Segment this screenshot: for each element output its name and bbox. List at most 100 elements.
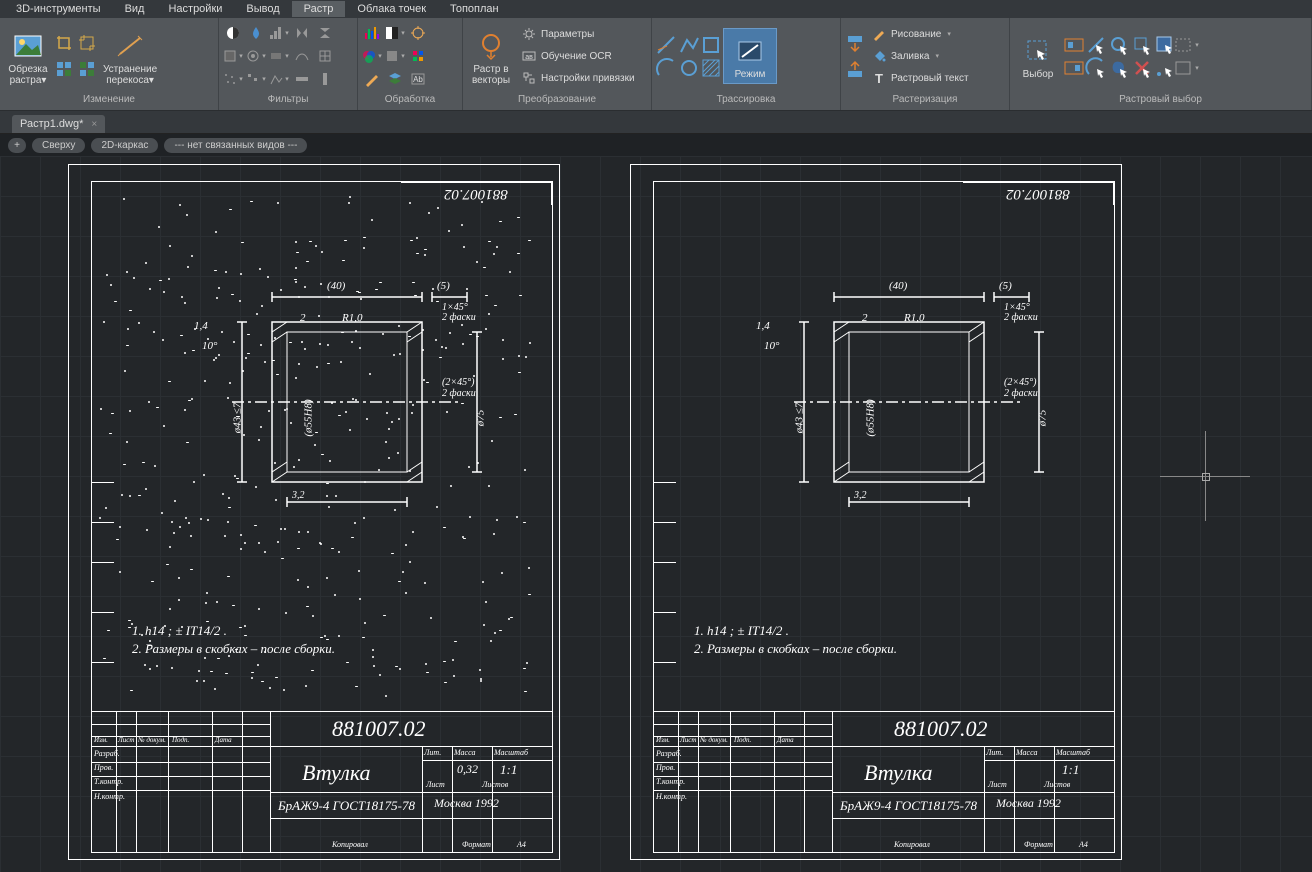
selmode2-icon[interactable]: [1177, 58, 1197, 78]
menu-3d[interactable]: 3D-инструменты: [4, 1, 113, 17]
svg-text:T: T: [875, 71, 883, 86]
trace-mode-button[interactable]: Режим: [723, 28, 777, 84]
flip-h-icon[interactable]: [292, 23, 312, 43]
raster-to-vector-button[interactable]: Растр в векторы: [467, 25, 515, 88]
fx4-icon[interactable]: [315, 69, 335, 89]
pick-rect2-icon[interactable]: [1155, 35, 1175, 55]
pick-arc-icon[interactable]: [1086, 58, 1106, 78]
pick-line-icon[interactable]: [1086, 35, 1106, 55]
title-block: 881007.02 Втулка БрАЖ9-4 ГОСТ18175-78 Мо…: [92, 711, 552, 852]
file-tab-name: Растр1.dwg*: [20, 118, 83, 130]
noise1-icon[interactable]: [223, 69, 243, 89]
group-processing: Ab Обработка: [358, 18, 463, 110]
menu-topoplan[interactable]: Топоплан: [438, 1, 511, 17]
trace-rect-icon[interactable]: [701, 35, 721, 55]
pick-rect-icon[interactable]: [1132, 35, 1152, 55]
group-rasterize: Рисование Заливка TРастровый текст Расте…: [841, 18, 1010, 110]
group-convert: Растр в векторы Параметры авОбучение OCR…: [463, 18, 652, 110]
fx3-icon[interactable]: [292, 69, 312, 89]
flip-v-icon[interactable]: [315, 23, 335, 43]
ribbon: Обрезка растра▾ Устранение перекоса▾ Изм…: [0, 18, 1312, 111]
select-label: Выбор: [1023, 69, 1054, 80]
menu-raster[interactable]: Растр: [292, 1, 346, 17]
merge-up-icon[interactable]: [845, 58, 865, 78]
group-edit-label: Изменение: [4, 92, 214, 110]
noise2-icon[interactable]: [246, 69, 266, 89]
deskew-button[interactable]: Устранение перекоса▾: [99, 25, 161, 88]
filter2-icon[interactable]: [246, 46, 266, 66]
pencil-icon: [871, 26, 887, 42]
chip-top[interactable]: Сверху: [32, 138, 85, 153]
text-icon[interactable]: Ab: [408, 69, 428, 89]
pick-more-icon[interactable]: [1155, 58, 1175, 78]
bucket-icon: [871, 48, 887, 64]
menu-settings[interactable]: Настройки: [156, 1, 234, 17]
deskew-label: Устранение перекоса▾: [103, 64, 157, 86]
filter1-icon[interactable]: [223, 46, 243, 66]
rtext-menuitem[interactable]: TРастровый текст: [867, 69, 973, 87]
selw1-icon[interactable]: [1064, 35, 1084, 55]
chip-noviews[interactable]: --- нет связанных видов ---: [164, 138, 307, 153]
drop-icon[interactable]: [246, 23, 266, 43]
color1-icon[interactable]: [362, 46, 382, 66]
group-convert-label: Преобразование: [467, 92, 647, 110]
select-button[interactable]: Выбор: [1014, 30, 1062, 82]
group-rast-label: Растеризация: [845, 92, 1005, 110]
pen-icon[interactable]: [362, 69, 382, 89]
draw-menuitem[interactable]: Рисование: [867, 25, 955, 43]
enhance-icon[interactable]: [408, 23, 428, 43]
menu-pointclouds[interactable]: Облака точек: [345, 1, 438, 17]
params-menuitem[interactable]: Параметры: [517, 25, 598, 43]
sheet-raster: 881007.02: [68, 164, 560, 860]
menu-view[interactable]: Вид: [113, 1, 157, 17]
fx2-icon[interactable]: [315, 46, 335, 66]
trace-arc-icon[interactable]: [656, 58, 676, 78]
side-column: [92, 482, 114, 712]
noise3-icon[interactable]: [269, 69, 289, 89]
part-drawing: (40) (5) 1×45° 2 фаски R1,0 2 1,4 10° ø4…: [172, 262, 512, 622]
indexed-icon[interactable]: [408, 46, 428, 66]
close-icon[interactable]: ×: [91, 119, 97, 130]
selw2-icon[interactable]: [1064, 58, 1084, 78]
ocr-menuitem[interactable]: авОбучение OCR: [517, 47, 616, 65]
trace-line-icon[interactable]: [656, 35, 676, 55]
tile2-icon[interactable]: [77, 59, 97, 79]
group-trace-label: Трассировка: [656, 92, 836, 110]
drawing-canvas[interactable]: 881007.02: [0, 156, 1312, 872]
drawing-frame: 881007.02: [653, 181, 1115, 853]
menu-output[interactable]: Вывод: [234, 1, 291, 17]
pick-x-icon[interactable]: [1132, 58, 1152, 78]
selmode-icon[interactable]: [1177, 35, 1197, 55]
file-tab[interactable]: Растр1.dwg* ×: [12, 115, 105, 133]
tile-icon[interactable]: [54, 59, 74, 79]
pick-blob-icon[interactable]: [1109, 58, 1129, 78]
chip-plus[interactable]: +: [8, 138, 26, 153]
trace-hatch-icon[interactable]: [701, 58, 721, 78]
pick-circle-icon[interactable]: [1109, 35, 1129, 55]
menu-bar: 3D-инструменты Вид Настройки Вывод Растр…: [0, 0, 1312, 18]
merge-down-icon[interactable]: [845, 35, 865, 55]
layers-icon[interactable]: [385, 69, 405, 89]
svg-text:ав: ав: [525, 54, 533, 61]
snap-menuitem[interactable]: Настройки привязки: [517, 69, 639, 87]
trace-circle-icon[interactable]: [679, 58, 699, 78]
contrast-icon[interactable]: [223, 23, 243, 43]
svg-text:Ab: Ab: [413, 75, 423, 84]
fx1-icon[interactable]: [292, 46, 312, 66]
crop-raster-button[interactable]: Обрезка растра▾: [4, 25, 52, 88]
partno-upside: 881007.02: [401, 182, 552, 205]
crop2-icon[interactable]: [77, 33, 97, 53]
binarize-icon[interactable]: [385, 23, 405, 43]
fill-menuitem[interactable]: Заливка: [867, 47, 943, 65]
image-icon: [13, 31, 43, 61]
filter3-icon[interactable]: [269, 46, 289, 66]
crop-icon[interactable]: [54, 33, 74, 53]
gear-icon: [521, 26, 537, 42]
color2-icon[interactable]: [385, 46, 405, 66]
trace-polyline-icon[interactable]: [679, 35, 699, 55]
histogram-icon[interactable]: [362, 23, 382, 43]
levels-icon[interactable]: [269, 23, 289, 43]
chip-wireframe[interactable]: 2D-каркас: [91, 138, 158, 153]
group-edit: Обрезка растра▾ Устранение перекоса▾ Изм…: [0, 18, 219, 110]
file-tab-bar: Растр1.dwg* ×: [0, 111, 1312, 134]
